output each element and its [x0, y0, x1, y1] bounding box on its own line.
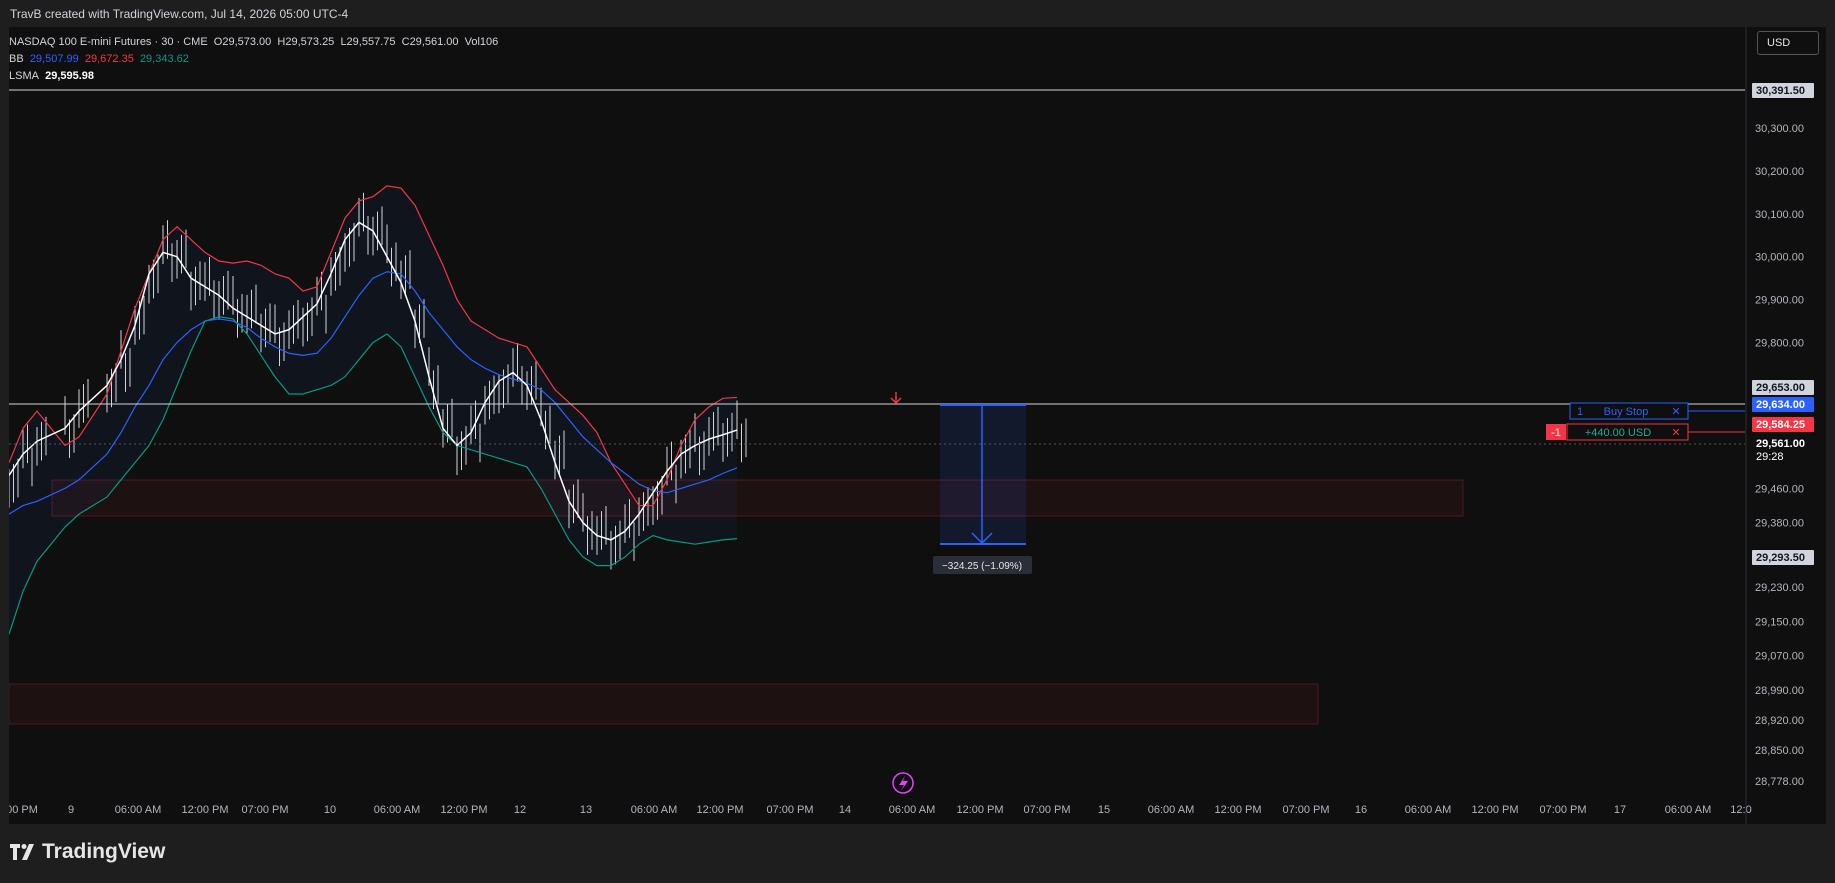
y-tick-label: 28,920.00	[1755, 715, 1804, 727]
brand-name: TradingView	[42, 840, 166, 863]
countdown-label: 29:28	[1756, 451, 1784, 463]
x-tick-label: 06:00 AM	[889, 804, 935, 816]
order-type: Buy Stop	[1604, 406, 1649, 418]
x-tick-label: 12:00 PM	[181, 804, 228, 816]
y-tick-label: 28,990.00	[1755, 685, 1804, 697]
x-tick-label: 06:00 AM	[1665, 804, 1711, 816]
y-tick-label: 30,300.00	[1755, 123, 1804, 135]
y-tick-label: 30,000.00	[1755, 252, 1804, 264]
ohlc-low: L29,557.75	[340, 36, 396, 48]
ohlc-close: C29,561.00	[401, 36, 459, 48]
zone-box-upper	[51, 479, 1464, 517]
ohlc-open: O29,573.00	[213, 36, 272, 48]
y-tick-label: 30,100.00	[1755, 209, 1804, 221]
symbol-legend-row: NASDAQ 100 E-mini Futures · 30 · CME O29…	[9, 34, 498, 51]
y-tick-label: 28,850.00	[1755, 745, 1804, 757]
bb-upper-value: 29,672.35	[84, 53, 134, 65]
x-tick-label: 15	[1098, 804, 1110, 816]
x-tick-label: 12:00 PM	[1471, 804, 1518, 816]
zone-box-lower	[8, 683, 1319, 725]
x-tick-label: 07:00 PM	[1282, 804, 1329, 816]
y-tick-label: 29,150.00	[1755, 616, 1804, 628]
y-tick-label: 29,070.00	[1755, 651, 1804, 663]
x-tick-label: 12:00 PM	[956, 804, 1003, 816]
bb-lower-value: 29,343.62	[139, 53, 189, 65]
x-tick-label: 12:00 PM	[440, 804, 487, 816]
x-tick-label: 12	[514, 804, 526, 816]
x-tick-label: 9	[68, 804, 74, 816]
price-label-position: 29,584.25	[1756, 419, 1805, 431]
x-tick-label: 06:00 AM	[1148, 804, 1194, 816]
x-tick-label: 07:00 PM	[241, 804, 288, 816]
order-close-icon: ✕	[1671, 406, 1680, 418]
x-tick-label: 06:00 AM	[115, 804, 161, 816]
y-tick-label: 29,800.00	[1755, 338, 1804, 350]
x-tick-label: 06:00 AM	[374, 804, 420, 816]
x-tick-label: 12:0	[1730, 804, 1751, 816]
volume: Vol106	[464, 36, 499, 48]
x-tick-label: 10	[324, 804, 336, 816]
y-tick-label: 29,900.00	[1755, 295, 1804, 307]
order-qty: 1	[1577, 406, 1583, 418]
ohlc-high: H29,573.25	[277, 36, 335, 48]
tradingview-logo-icon	[10, 844, 34, 860]
bb-basis-value: 29,507.99	[29, 53, 79, 65]
y-tick-label: 28,778.00	[1755, 776, 1804, 788]
price-label-high-line: 29,653.00	[1756, 382, 1805, 394]
x-tick-label: 12:00 PM	[696, 804, 743, 816]
x-tick-label: 14	[839, 804, 851, 816]
currency-button[interactable]: USD	[1757, 31, 1819, 55]
chart-area[interactable]: −324.25 (−1.09%) 1 Buy Stop ✕ -1 +440.00 USD ✕…	[6, 27, 1826, 824]
price-label-target: 29,293.50	[1756, 552, 1805, 564]
top-caption-bar: TravB created with TradingView.com, Jul …	[0, 0, 1835, 27]
x-tick-label: 06:00 AM	[1405, 804, 1451, 816]
measure-label: −324.25 (−1.09%)	[942, 561, 1022, 572]
bb-legend-row: BB 29,507.99 29,672.35 29,343.62	[9, 51, 498, 68]
x-tick-label: 07:00 PM	[1023, 804, 1070, 816]
price-chart[interactable]: −324.25 (−1.09%) 1 Buy Stop ✕ -1 +440.00 USD ✕…	[6, 27, 1826, 824]
y-tick-label: 29,380.00	[1755, 518, 1804, 530]
y-tick-label: 30,200.00	[1755, 166, 1804, 178]
x-tick-label: 13	[580, 804, 592, 816]
lsma-legend-row: LSMA 29,595.98	[9, 68, 498, 85]
x-tick-label: 07:00 PM	[766, 804, 813, 816]
y-tick-label: 29,460.00	[1755, 483, 1804, 495]
lsma-label: LSMA	[9, 70, 39, 82]
price-label-last: 29,561.00	[1756, 438, 1805, 450]
lsma-value: 29,595.98	[45, 70, 95, 82]
bb-label: BB	[9, 53, 24, 65]
legend: NASDAQ 100 E-mini Futures · 30 · CME O29…	[9, 34, 498, 85]
x-tick-label: 16	[1355, 804, 1367, 816]
symbol-name: NASDAQ 100 E-mini Futures · 30 · CME	[9, 36, 208, 48]
footer-bar	[0, 824, 1835, 883]
chart-caption: TravB created with TradingView.com, Jul …	[10, 7, 349, 21]
x-tick-label: 07:00 PM	[1539, 804, 1586, 816]
x-tick-label: 17	[1614, 804, 1626, 816]
x-tick-label: 00 PM	[9, 804, 38, 816]
y-tick-label: 29,230.00	[1755, 582, 1804, 594]
price-label-top-line: 30,391.50	[1756, 85, 1805, 97]
x-tick-label: 12:00 PM	[1214, 804, 1261, 816]
measure-area	[940, 404, 1026, 544]
position-pnl: +440.00 USD	[1585, 427, 1651, 439]
tradingview-logo[interactable]: TradingView	[10, 840, 165, 864]
price-label-order: 29,634.00	[1756, 399, 1805, 411]
position-qty: -1	[1551, 427, 1561, 439]
position-close-icon: ✕	[1671, 427, 1680, 439]
x-tick-label: 06:00 AM	[631, 804, 677, 816]
